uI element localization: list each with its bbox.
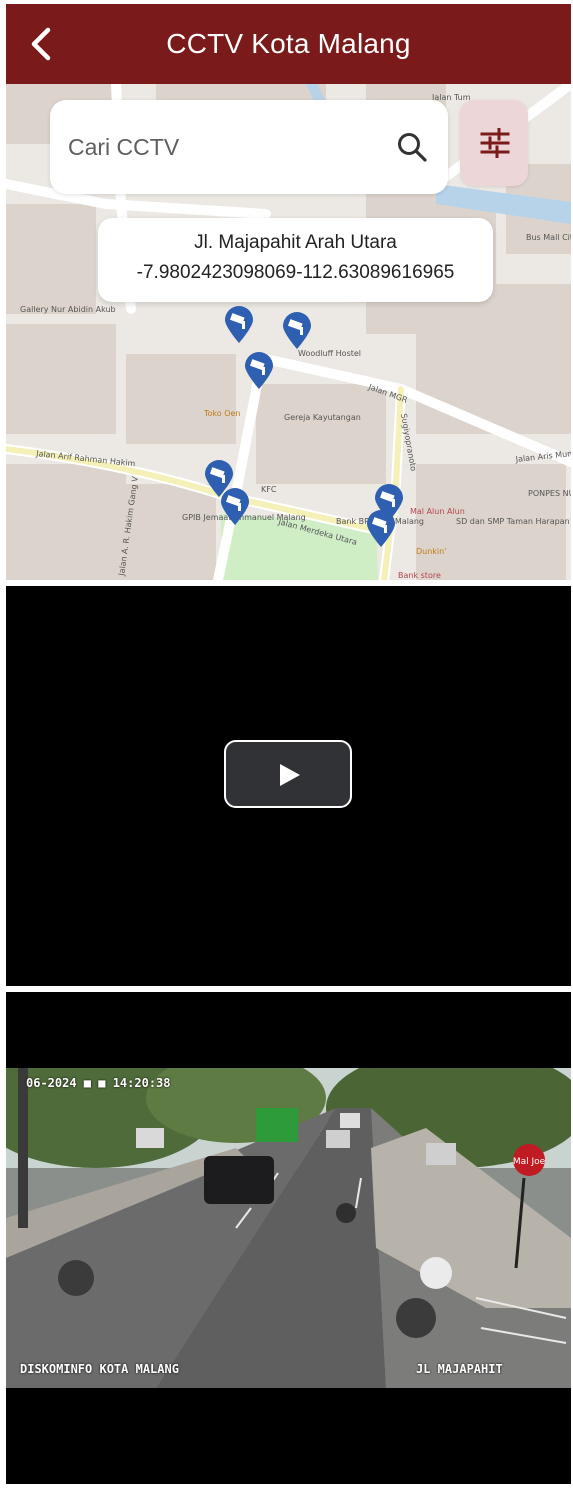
page-title: CCTV Kota Malang (166, 28, 411, 59)
cctv-info-callout[interactable]: Jl. Majapahit Arah Utara -7.980242309806… (98, 218, 493, 302)
callout-coordinates: -7.9802423098069-112.63089616965 (136, 262, 455, 283)
search-icon[interactable] (394, 129, 430, 165)
feed-watermark-left: DISKOMINFO KOTA MALANG (20, 1362, 179, 1376)
cctv-camera-image: Mal Joe (6, 1068, 571, 1388)
cctv-marker-icon[interactable] (282, 312, 312, 350)
map-label-gereja: Gereja Kayutangan (284, 413, 361, 422)
sign-text: Mal Joe (513, 1157, 546, 1167)
map-label-woodluff: Woodluff Hostel (298, 349, 361, 358)
sliders-icon (480, 128, 510, 158)
filter-button[interactable] (460, 100, 528, 186)
map-label-mall: Mal Alun Alun (410, 507, 465, 516)
video-player[interactable] (6, 586, 571, 986)
cctv-marker-icon[interactable] (244, 352, 274, 390)
callout-location-name: Jl. Majapahit Arah Utara (194, 232, 397, 253)
feed-timestamp: 06-2024 ■ ■ 14:20:38 (26, 1076, 171, 1090)
play-button[interactable] (224, 740, 352, 808)
cctv-marker-icon[interactable] (224, 306, 254, 344)
cctv-marker-icon[interactable] (220, 488, 250, 526)
search-input[interactable]: Cari CCTV (50, 100, 448, 194)
map-label-kfc: KFC (261, 485, 277, 494)
map-view[interactable]: Jalan Tum Jalan MGR Sugiyopranoto Jalan … (6, 84, 571, 580)
app-bar: CCTV Kota Malang (6, 4, 571, 84)
map-label-bank-store: Bank store (398, 571, 441, 580)
feed-watermark-right: JL MAJAPAHIT (416, 1362, 503, 1376)
search-placeholder: Cari CCTV (68, 133, 180, 160)
map-label-sd-smp: SD dan SMP Taman Harapan (456, 517, 570, 526)
cctv-live-feed[interactable]: Mal Joe 06-2024 ■ ■ 14:20:38 DISKOMINFO … (6, 992, 571, 1484)
map-label-bus-mall: Bus Mall City To (MAC) (526, 233, 571, 242)
map-label-dunkin: Dunkin' (416, 547, 446, 556)
cctv-marker-icon[interactable] (366, 510, 396, 548)
play-icon (280, 764, 300, 786)
map-label-ponpes: PONPES NURUL ULUM DAN DARUL HADITS (528, 489, 571, 498)
map-label-gallery: Gallery Nur Abidin Akub (20, 305, 116, 314)
map-label-toko-oen: Toko Oen (203, 409, 241, 418)
